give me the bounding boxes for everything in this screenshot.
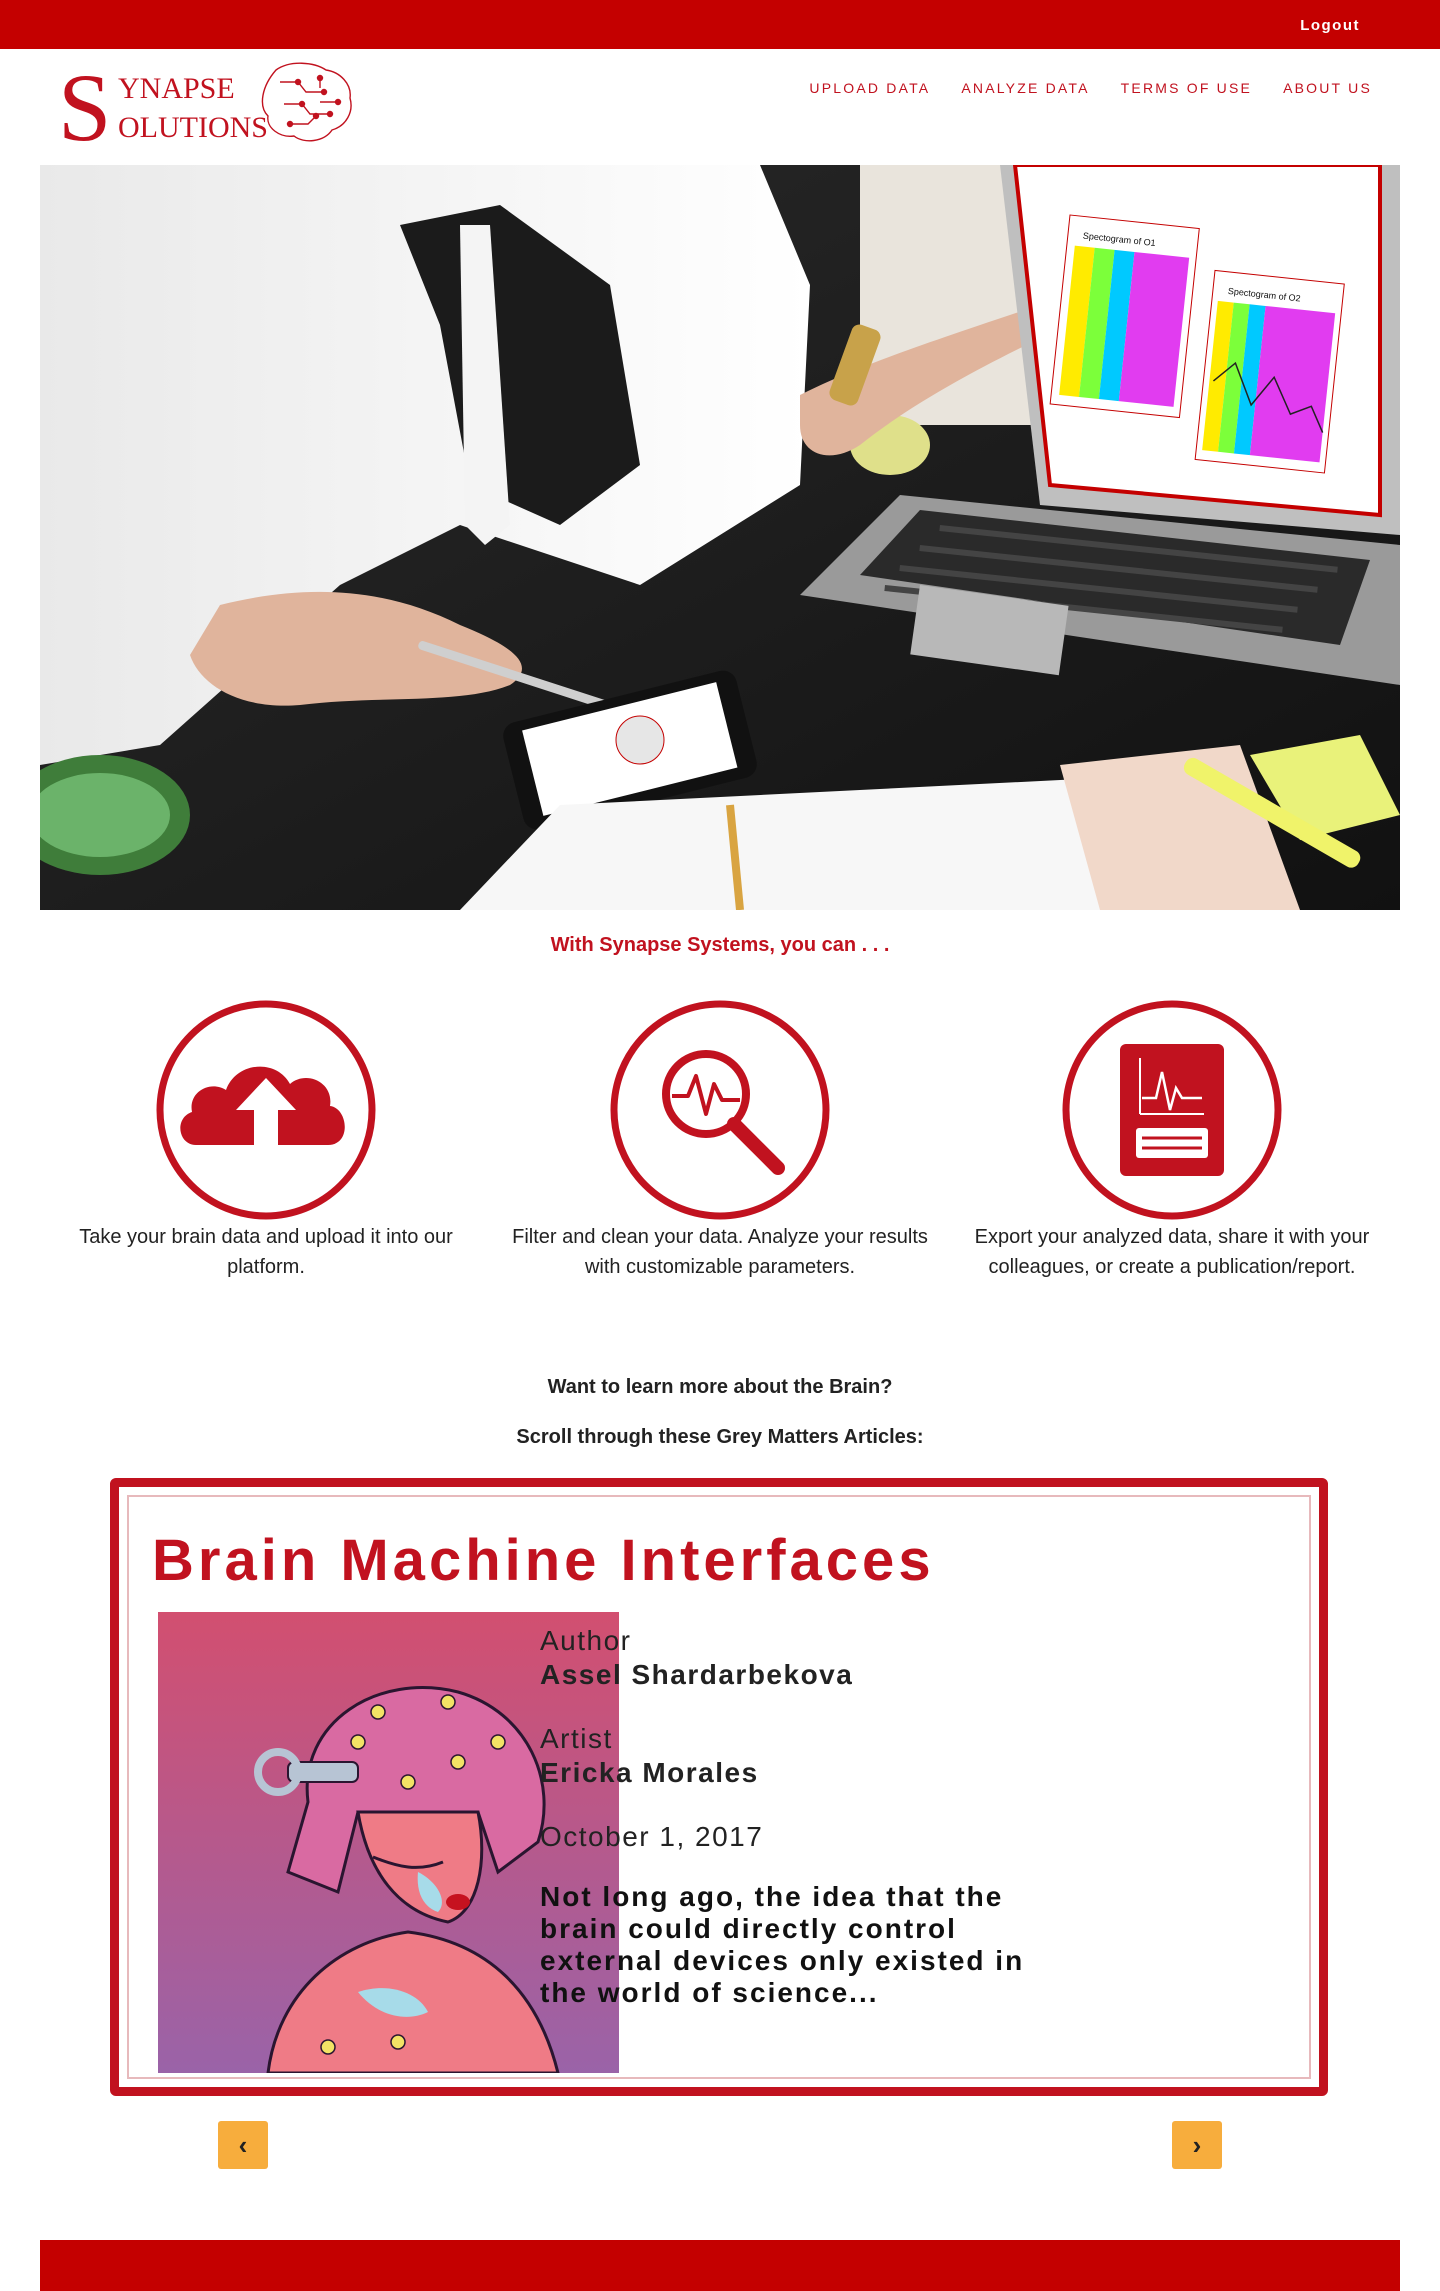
top-bar: Logout — [0, 0, 1440, 49]
nav-upload-data[interactable]: UPLOAD DATA — [809, 80, 930, 96]
brain-circuit-icon — [261, 62, 352, 142]
report-document-icon[interactable] — [1062, 1000, 1282, 1220]
footer-bar — [40, 2240, 1400, 2291]
main-nav: UPLOAD DATA ANALYZE DATA TERMS OF USE AB… — [809, 80, 1372, 96]
article-card[interactable]: Brain Machine Interfaces Author Assel Sh… — [110, 1478, 1328, 2096]
learn-heading: Want to learn more about the Brain? — [547, 1376, 893, 1398]
article-card-inner: Brain Machine Interfaces Author Assel Sh… — [127, 1495, 1311, 2079]
feature-analyze: Filter and clean your data. Analyze your… — [510, 1000, 930, 1282]
nav-about-us[interactable]: ABOUT US — [1283, 80, 1372, 96]
learn-subheading: Scroll through these Grey Matters Articl… — [516, 1426, 924, 1448]
feature-upload: Take your brain data and upload it into … — [56, 1000, 476, 1282]
article-author-label: Author — [540, 1625, 632, 1656]
cloud-upload-icon[interactable] — [156, 1000, 376, 1220]
article-title: Brain Machine Interfaces — [152, 1528, 935, 1593]
nav-analyze-data[interactable]: ANALYZE DATA — [961, 80, 1089, 96]
logo-line-2: OLUTIONS — [118, 111, 268, 144]
nav-terms-of-use[interactable]: TERMS OF USE — [1121, 80, 1252, 96]
article-artist: Ericka Morales — [540, 1757, 759, 1788]
article-author: Assel Shardarbekova — [540, 1659, 854, 1690]
logo-initial: S — [58, 58, 111, 152]
feature-export-text: Export your analyzed data, share it with… — [974, 1226, 1370, 1278]
carousel-next-button[interactable]: › — [1172, 2121, 1222, 2169]
tagline: With Synapse Systems, you can . . . — [550, 934, 890, 956]
hero-image: Spectogram of O1 Spectogram of O2 — [40, 165, 1400, 910]
feature-analyze-text: Filter and clean your data. Analyze your… — [512, 1226, 928, 1278]
feature-export: Export your analyzed data, share it with… — [962, 1000, 1382, 1282]
site-logo[interactable]: S YNAPSE OLUTIONS — [58, 54, 358, 161]
magnify-pulse-icon[interactable] — [610, 1000, 830, 1220]
logo-line-1: YNAPSE — [118, 72, 235, 105]
carousel-prev-button[interactable]: ‹ — [218, 2121, 268, 2169]
feature-upload-text: Take your brain data and upload it into … — [79, 1226, 453, 1278]
article-excerpt: Not long ago, the idea that the brain co… — [540, 1881, 1025, 2008]
article-artist-label: Artist — [540, 1723, 613, 1754]
logout-link[interactable]: Logout — [1300, 17, 1360, 34]
article-date: October 1, 2017 — [540, 1821, 764, 1852]
